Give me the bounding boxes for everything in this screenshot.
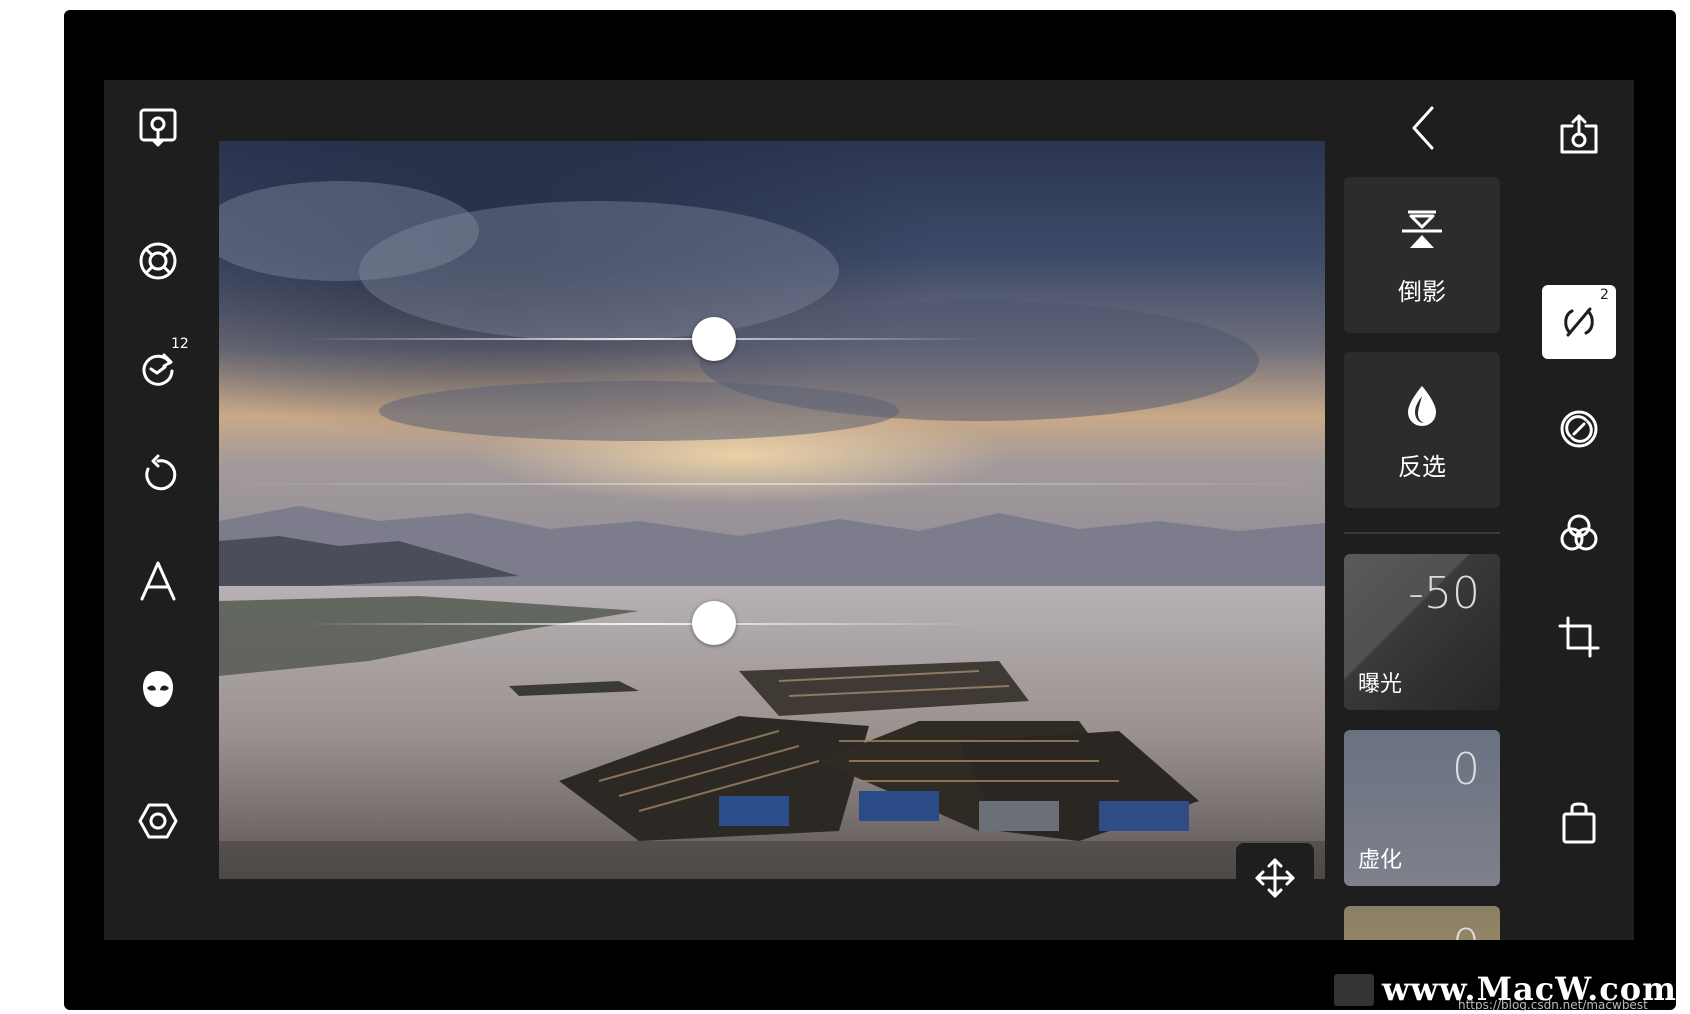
exposure-card[interactable]: -50 曝光 — [1344, 554, 1500, 710]
mask-button[interactable] — [133, 664, 183, 714]
app-screen: 12 倒影 反选 -50 曝光 0 虚化 2 — [104, 80, 1634, 940]
undo-button[interactable] — [133, 450, 183, 500]
panel-divider — [1344, 532, 1500, 534]
help-button[interactable] — [133, 236, 183, 286]
share-icon — [1560, 114, 1598, 154]
left-toolbar: 12 — [104, 80, 218, 940]
blend-button[interactable] — [1542, 496, 1616, 570]
lifebuoy-icon — [139, 242, 177, 280]
radial-button[interactable] — [1542, 392, 1616, 466]
reflect-card[interactable]: 倒影 — [1344, 177, 1500, 333]
store-button[interactable] — [1542, 786, 1616, 860]
watermark-logo — [1334, 974, 1374, 1006]
radial-icon — [1560, 410, 1598, 448]
gradient-handle-bottom[interactable] — [692, 601, 736, 645]
gradient-tool-badge: 2 — [1600, 287, 1609, 303]
blend-icon — [1560, 514, 1598, 551]
invert-label: 反选 — [1398, 453, 1446, 481]
share-button[interactable] — [1542, 98, 1616, 172]
landscape-photo — [219, 141, 1325, 879]
history-badge: 12 — [171, 336, 189, 352]
drop-icon — [1408, 386, 1436, 426]
move-icon — [1255, 858, 1295, 898]
gradient-guide-middle — [219, 483, 1325, 485]
blur-card[interactable]: 0 虚化 — [1344, 730, 1500, 886]
photo-canvas[interactable] — [219, 141, 1325, 879]
hexagon-settings-icon — [138, 803, 178, 839]
gradient-guide-top — [304, 338, 984, 340]
blur-value: 0 — [1452, 744, 1480, 795]
gradient-tool-button[interactable]: 2 — [1542, 285, 1616, 359]
third-card[interactable]: 0 — [1344, 906, 1500, 940]
gradient-tool-icon — [1564, 307, 1594, 337]
mask-icon — [143, 671, 173, 707]
adjustment-panel: 倒影 反选 -50 曝光 0 虚化 0 — [1344, 80, 1500, 940]
watermark-url: https://blog.csdn.net/macwbest — [1458, 998, 1648, 1012]
back-button[interactable] — [1398, 100, 1448, 156]
exposure-value: -50 — [1408, 568, 1480, 619]
history-button[interactable]: 12 — [133, 336, 189, 392]
watermark: www.MacW.com https://blog.csdn.net/macwb… — [1330, 968, 1686, 1012]
exposure-label: 曝光 — [1358, 672, 1403, 697]
text-button[interactable] — [133, 556, 183, 606]
third-value: 0 — [1452, 920, 1480, 940]
settings-button[interactable] — [133, 796, 183, 846]
reflect-icon — [1402, 210, 1442, 248]
reflect-label: 倒影 — [1398, 278, 1446, 306]
chevron-left-icon — [1412, 106, 1434, 150]
move-button[interactable] — [1236, 843, 1314, 913]
gradient-handle-top[interactable] — [692, 317, 736, 361]
crop-button[interactable] — [1542, 600, 1616, 674]
invert-card[interactable]: 反选 — [1344, 352, 1500, 508]
crop-icon — [1558, 616, 1600, 658]
bag-icon — [1562, 802, 1596, 844]
text-icon — [140, 561, 176, 601]
import-icon — [139, 108, 177, 147]
undo-icon — [145, 454, 177, 491]
gradient-guide-bottom — [304, 623, 984, 625]
import-button[interactable] — [133, 102, 183, 152]
blur-label: 虚化 — [1358, 848, 1403, 873]
right-toolbar: 2 — [1524, 80, 1634, 940]
